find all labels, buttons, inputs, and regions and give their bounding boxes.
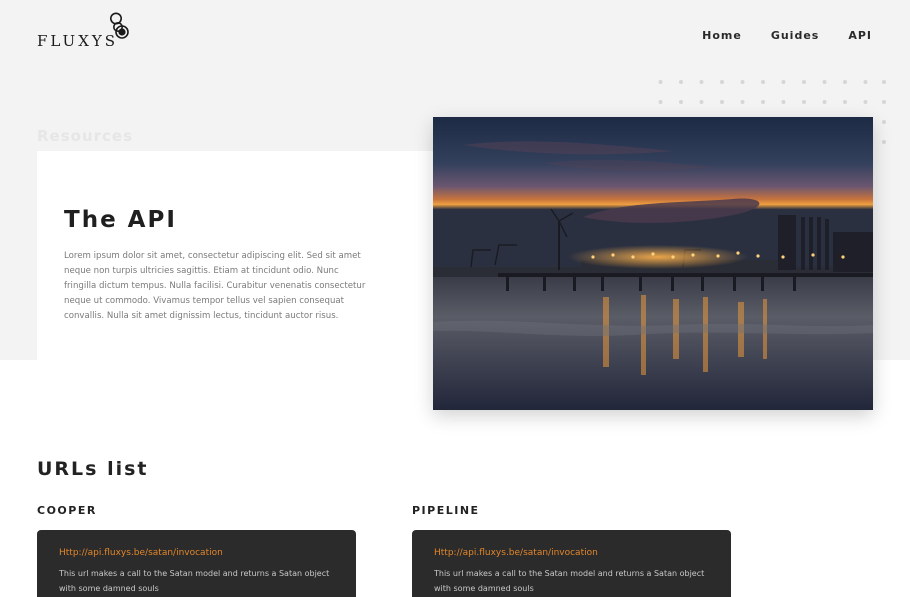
- main-nav: Home Guides API: [702, 29, 872, 42]
- intro-text: Lorem ipsum dolor sit amet, consectetur …: [64, 251, 366, 321]
- column-label-cooper: COOPER: [37, 504, 97, 517]
- api-url-link[interactable]: Http://api.fluxys.be/satan/invocation: [434, 548, 598, 558]
- nav-api[interactable]: API: [848, 29, 872, 42]
- api-url-link[interactable]: Http://api.fluxys.be/satan/invocation: [59, 548, 223, 558]
- api-description: This url makes a call to the Satan model…: [59, 569, 330, 593]
- api-card-cooper: Http://api.fluxys.be/satan/invocation Th…: [37, 530, 356, 597]
- section-label-resources: Resources: [37, 127, 134, 145]
- brand-name: FLUXYS: [37, 32, 119, 50]
- api-card-pipeline: Http://api.fluxys.be/satan/invocation Th…: [412, 530, 731, 597]
- api-description: This url makes a call to the Satan model…: [434, 569, 705, 593]
- column-label-pipeline: PIPELINE: [412, 504, 480, 517]
- nav-home[interactable]: Home: [702, 29, 742, 42]
- brand-logo[interactable]: FLUXYS: [37, 12, 137, 52]
- page-title: The API: [64, 207, 177, 233]
- nav-guides[interactable]: Guides: [771, 29, 820, 42]
- urls-list-title: URLs list: [37, 458, 149, 480]
- fluxys-rings-icon: [110, 12, 129, 39]
- intro-card: The API Lorem ipsum dolor sit amet, cons…: [37, 151, 457, 360]
- harbor-sunset-photo: [433, 117, 873, 410]
